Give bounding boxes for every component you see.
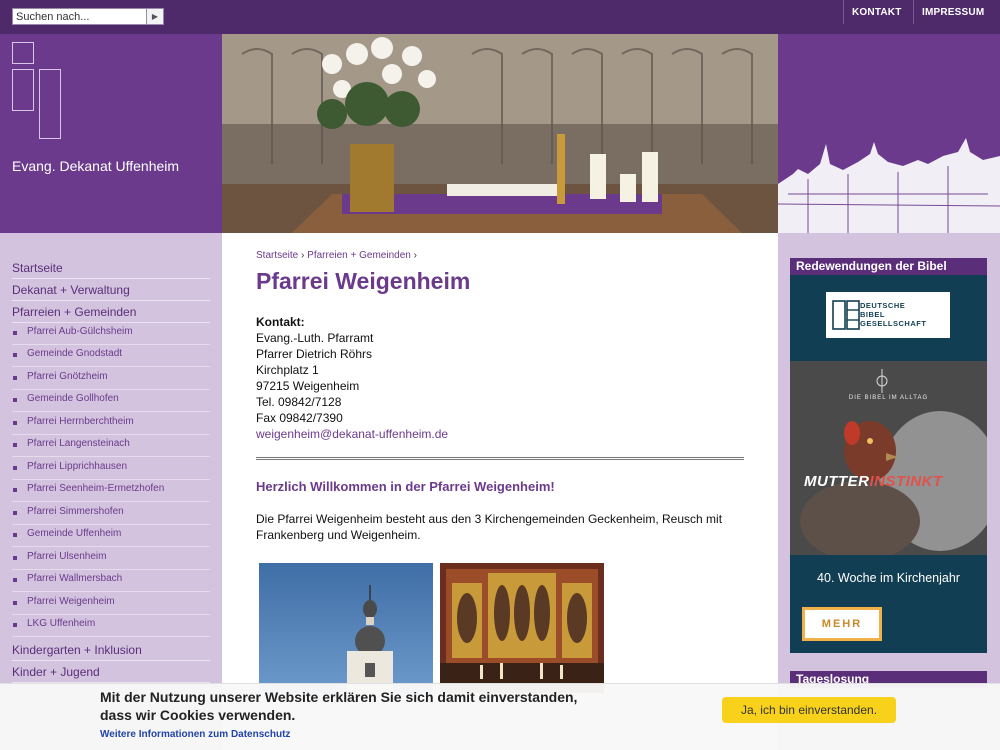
contact-phone: Tel. 09842/7128: [256, 395, 342, 409]
left-navigation: Startseite Dekanat + Verwaltung Pfarreie…: [0, 233, 222, 750]
search-submit-icon[interactable]: ▶: [146, 9, 163, 24]
contact-line: Kirchplatz 1: [256, 363, 319, 377]
banner-title: MUTTERINSTINKT: [804, 473, 943, 490]
content-divider: [256, 457, 744, 460]
breadcrumb-separator: ›: [301, 250, 305, 261]
main-content: Startseite › Pfarreien + Gemeinden › Pfa…: [222, 233, 778, 750]
header-photo-altar: [222, 34, 778, 233]
intro-text: Die Pfarrei Weigenheim besteht aus den 3…: [256, 512, 723, 542]
nav-sub-simmershofen[interactable]: Pfarrei Simmershofen: [12, 506, 210, 525]
altar-photo[interactable]: [440, 563, 604, 693]
privacy-info-link[interactable]: Weitere Informationen zum Datenschutz: [100, 729, 290, 740]
bible-sayings-heading: Redewendungen der Bibel: [790, 258, 987, 275]
dbg-logo-text: DEUTSCHE BIBEL GESELLSCHAFT: [860, 301, 927, 328]
church-photo[interactable]: [259, 563, 433, 693]
dbg-logo: DEUTSCHE BIBEL GESELLSCHAFT: [826, 292, 950, 338]
contact-line: Pfarrer Dietrich Röhrs: [256, 347, 373, 361]
cookie-message: Mit der Nutzung unserer Website erklären…: [100, 689, 578, 723]
logo-icon[interactable]: [12, 42, 72, 142]
nav-sub-lkg-uffenheim[interactable]: LKG Uffenheim: [12, 618, 210, 637]
nav-sub-langensteinach[interactable]: Pfarrei Langensteinach: [12, 438, 210, 457]
nav-sub-weigenheim[interactable]: Pfarrei Weigenheim: [12, 596, 210, 615]
nav-sub-uffenheim[interactable]: Gemeinde Uffenheim: [12, 528, 210, 547]
nav-kinder-jugend[interactable]: Kinder + Jugend: [12, 665, 210, 683]
breadcrumb-home[interactable]: Startseite: [256, 250, 298, 261]
breadcrumb-separator: ›: [413, 250, 417, 261]
nav-kindergarten-inklusion[interactable]: Kindergarten + Inklusion: [12, 643, 210, 661]
breadcrumb: Startseite › Pfarreien + Gemeinden ›: [256, 250, 417, 261]
contact-fax: Fax 09842/7390: [256, 411, 343, 425]
kontakt-link[interactable]: KONTAKT: [843, 0, 913, 24]
contact-line: 97215 Weigenheim: [256, 379, 360, 393]
nav-sub-wallmersbach[interactable]: Pfarrei Wallmersbach: [12, 573, 210, 592]
right-sidebar: Redewendungen der Bibel DEUTSCHE BIBEL G…: [778, 233, 1000, 750]
banner-top-text: DIE BIBEL IM ALLTAG: [848, 395, 929, 401]
nav-sub-gollhofen[interactable]: Gemeinde Gollhofen: [12, 393, 210, 412]
cookie-consent-bar: Mit der Nutzung unserer Website erklären…: [0, 683, 1000, 750]
cookie-accept-button[interactable]: Ja, ich bin einverstanden.: [722, 697, 896, 723]
header-skyline-image: [778, 34, 1000, 233]
impressum-link[interactable]: IMPRESSUM: [913, 0, 1000, 24]
search-box: ▶: [12, 8, 164, 25]
welcome-heading: Herzlich Willkommen in der Pfarrei Weige…: [256, 479, 555, 494]
contact-label: Kontakt:: [256, 315, 305, 329]
nav-dekanat-verwaltung[interactable]: Dekanat + Verwaltung: [12, 283, 210, 301]
nav-sub-lipprichhausen[interactable]: Pfarrei Lipprichhausen: [12, 461, 210, 480]
nav-startseite[interactable]: Startseite: [12, 261, 210, 279]
dbg-logo-banner[interactable]: DEUTSCHE BIBEL GESELLSCHAFT: [790, 275, 987, 361]
mehr-button[interactable]: MEHR: [802, 607, 882, 641]
breadcrumb-section[interactable]: Pfarreien + Gemeinden: [307, 250, 411, 261]
contact-line: Evang.-Luth. Pfarramt: [256, 331, 374, 345]
nav-pfarreien-gemeinden[interactable]: Pfarreien + Gemeinden: [12, 305, 210, 323]
mutterinstinkt-banner-image[interactable]: DIE BIBEL IM ALLTAG MUTTERINSTINKT: [790, 361, 987, 555]
nav-sub-ulsenheim[interactable]: Pfarrei Ulsenheim: [12, 551, 210, 570]
site-header: Evang. Dekanat Uffenheim: [0, 34, 1000, 233]
contact-block: Kontakt: Evang.-Luth. Pfarramt Pfarrer D…: [256, 314, 448, 442]
contact-email-link[interactable]: weigenheim@dekanat-uffenheim.de: [256, 426, 448, 442]
nav-sub-herrnberchtheim[interactable]: Pfarrei Herrnberchtheim: [12, 416, 210, 435]
week-banner: 40. Woche im Kirchenjahr MEHR: [790, 555, 987, 653]
page-title: Pfarrei Weigenheim: [256, 268, 471, 294]
nav-sub-seenheim-ermetzhofen[interactable]: Pfarrei Seenheim-Ermetzhofen: [12, 483, 210, 502]
top-bar: ▶ KONTAKT IMPRESSUM: [0, 0, 1000, 34]
nav-sub-gnoetzheim[interactable]: Pfarrei Gnötzheim: [12, 371, 210, 390]
week-text: 40. Woche im Kirchenjahr: [817, 571, 960, 585]
site-name[interactable]: Evang. Dekanat Uffenheim: [12, 158, 179, 174]
bible-society-icon: [832, 300, 860, 330]
nav-sub-aub-guelchsheim[interactable]: Pfarrei Aub-Gülchsheim: [12, 326, 210, 345]
nav-sub-gnodstadt[interactable]: Gemeinde Gnodstadt: [12, 348, 210, 367]
search-input[interactable]: [13, 9, 147, 24]
